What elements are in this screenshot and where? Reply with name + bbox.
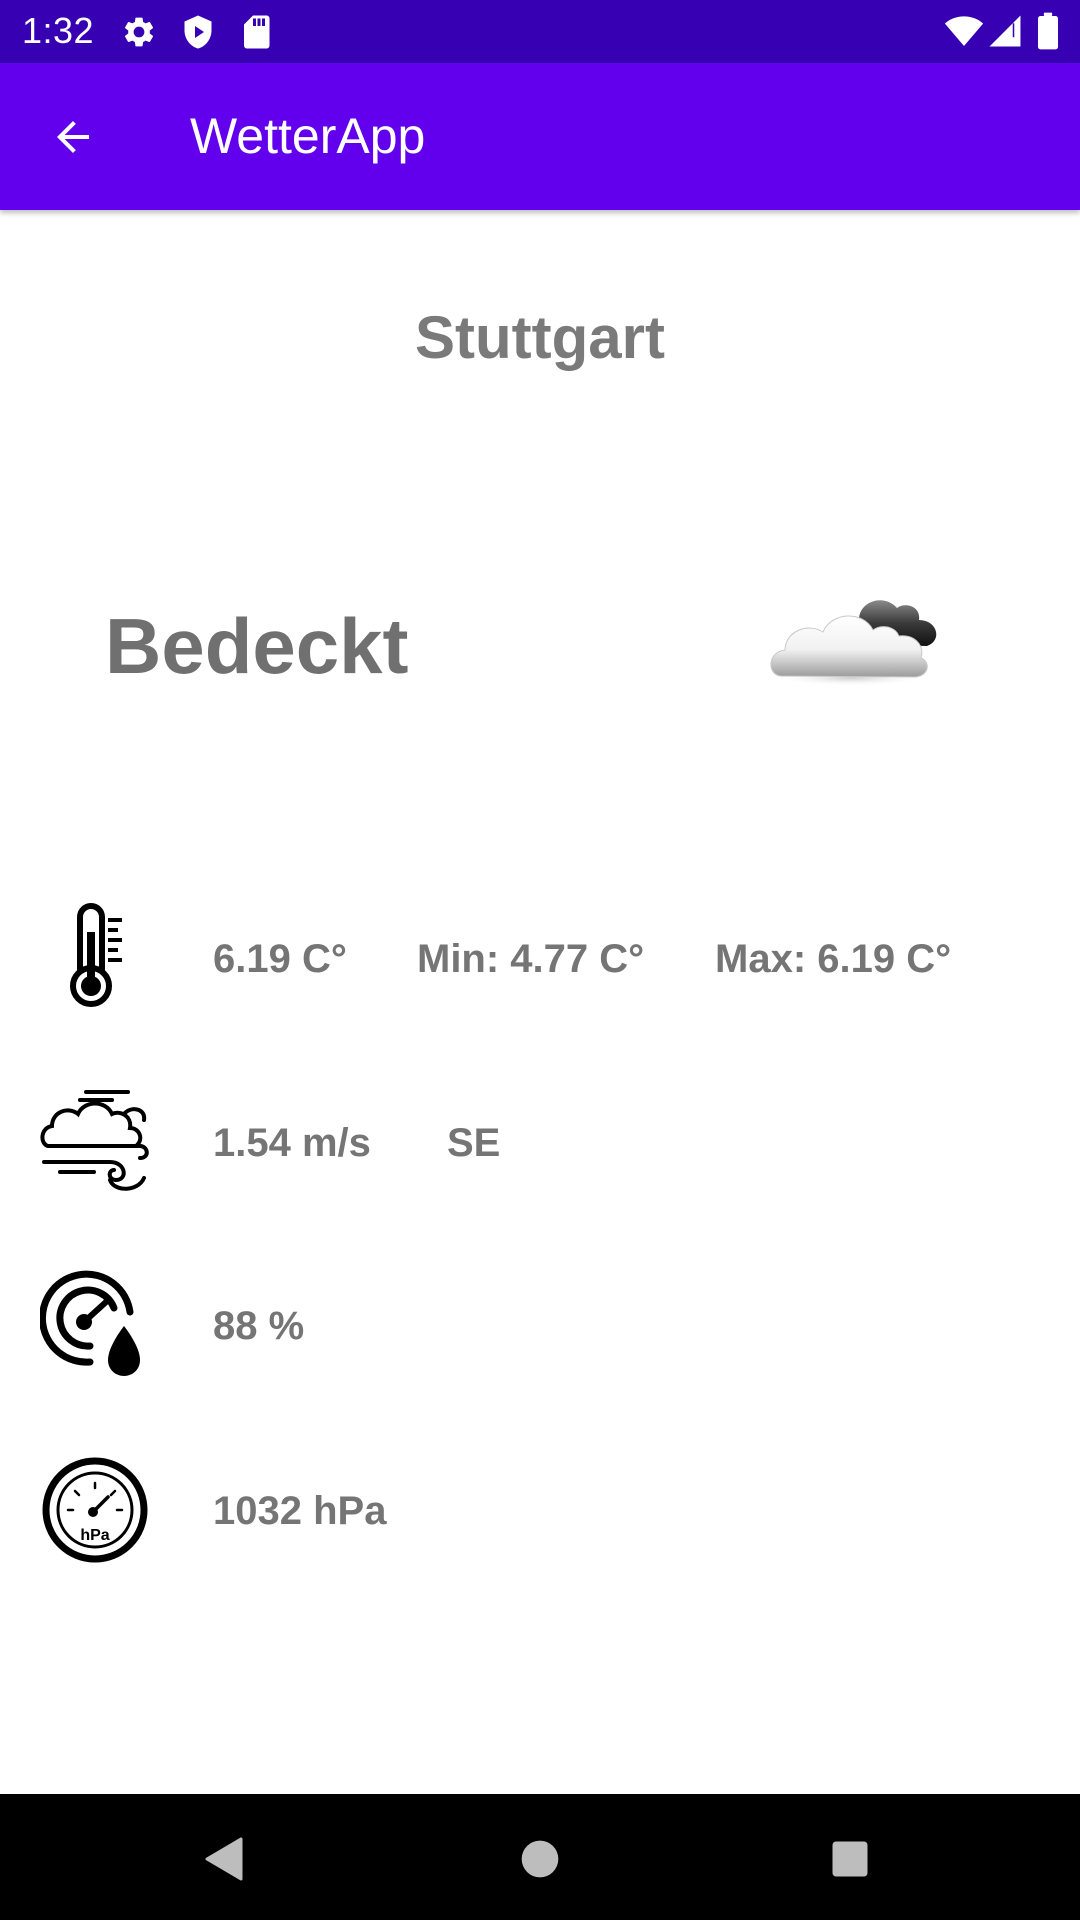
app-title: WetterApp — [190, 108, 426, 164]
max-temperature: Max: 6.19 C° — [715, 937, 952, 981]
recents-square-icon — [832, 1841, 868, 1877]
cellular-signal-icon — [989, 15, 1021, 47]
nav-home-button[interactable] — [495, 1814, 585, 1904]
gauge-label: hPa — [80, 1527, 110, 1544]
barometer-icon: hPa — [40, 1455, 150, 1565]
overcast-cloud-icon — [770, 600, 937, 686]
status-bar: 1:32 — [0, 0, 1080, 63]
navigation-bar — [0, 1794, 1080, 1920]
humidity-gauge-icon — [40, 1270, 140, 1376]
gear-icon — [124, 17, 154, 47]
humidity-value: 88 % — [213, 1304, 305, 1348]
arrow-back-icon — [57, 121, 89, 153]
city-name: Stuttgart — [415, 304, 665, 371]
battery-icon — [1038, 12, 1058, 50]
app-bar: WetterApp — [0, 63, 1080, 210]
nav-recents-button[interactable] — [805, 1814, 895, 1904]
min-temperature: Min: 4.77 C° — [417, 937, 645, 981]
wifi-icon — [944, 16, 984, 46]
wind-speed: 1.54 m/s — [213, 1121, 371, 1165]
sd-card-icon — [244, 15, 270, 49]
pressure-value: 1032 hPa — [213, 1489, 387, 1533]
weather-condition: Bedeckt — [105, 602, 409, 690]
shield-play-icon — [184, 15, 212, 49]
home-circle-icon — [521, 1840, 559, 1878]
nav-back-button[interactable] — [180, 1814, 270, 1904]
back-triangle-icon — [205, 1837, 243, 1881]
wind-direction: SE — [447, 1121, 501, 1165]
status-time: 1:32 — [22, 10, 95, 51]
back-button[interactable] — [28, 97, 118, 177]
thermometer-icon — [70, 903, 122, 1007]
current-temperature: 6.19 C° — [213, 937, 347, 981]
wind-cloud-icon — [40, 1090, 149, 1191]
